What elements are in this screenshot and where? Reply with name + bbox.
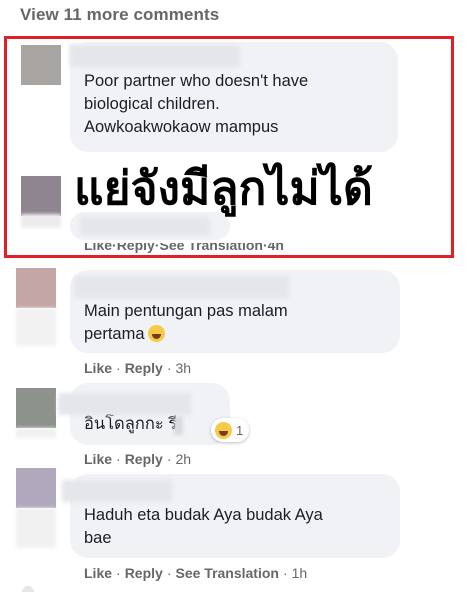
see-translation-button[interactable]: See Translation bbox=[159, 243, 262, 253]
avatar[interactable] bbox=[21, 45, 61, 85]
reaction-count[interactable]: 1 bbox=[211, 418, 250, 442]
like-button[interactable]: Like bbox=[84, 565, 112, 581]
timestamp[interactable]: 3h bbox=[175, 360, 191, 376]
comment-actions: Like · Reply · 3h bbox=[84, 360, 192, 376]
avatar[interactable] bbox=[16, 268, 56, 308]
commenter-name-redacted bbox=[70, 45, 240, 67]
redacted-area bbox=[174, 417, 183, 435]
redacted-area bbox=[16, 308, 56, 346]
comment-actions: Like · Reply · 2h bbox=[84, 451, 192, 467]
timestamp[interactable]: 2h bbox=[175, 451, 191, 467]
comment-actions: Like·Reply·See Translation·4h bbox=[84, 243, 314, 253]
laughing-face-icon bbox=[215, 421, 232, 439]
commenter-name-redacted bbox=[80, 217, 210, 235]
like-button[interactable]: Like bbox=[84, 360, 112, 376]
reply-button[interactable]: Reply bbox=[125, 360, 163, 376]
see-translation-button[interactable]: See Translation bbox=[175, 565, 278, 581]
like-button[interactable]: Like bbox=[84, 451, 112, 467]
redacted-area bbox=[16, 508, 56, 548]
avatar[interactable] bbox=[21, 176, 61, 216]
reaction-count-value: 1 bbox=[236, 422, 244, 438]
commenter-name-redacted bbox=[62, 480, 172, 502]
like-button[interactable]: Like bbox=[84, 243, 112, 253]
comments-panel: View 11 more comments Poor partner who d… bbox=[0, 0, 472, 592]
redacted-area bbox=[16, 428, 56, 438]
reply-button[interactable]: Reply bbox=[125, 451, 163, 467]
comment-text: Haduh eta budak Aya budak Aya bae bbox=[84, 506, 323, 547]
comment-actions: Like · Reply · See Translation · 1h bbox=[84, 565, 308, 581]
commenter-name-redacted bbox=[74, 276, 289, 298]
comment-text: Poor partner who doesn't have biological… bbox=[84, 72, 309, 136]
laughing-face-icon bbox=[147, 325, 165, 342]
comment-text: อินโดลูกกะ รี bbox=[84, 415, 178, 433]
reply-button[interactable]: Reply bbox=[125, 565, 163, 581]
avatar bbox=[22, 586, 34, 592]
commenter-name-redacted bbox=[58, 393, 191, 415]
timestamp[interactable]: 1h bbox=[292, 565, 308, 581]
view-more-comments-link[interactable]: View 11 more comments bbox=[20, 5, 219, 25]
timestamp[interactable]: 4h bbox=[268, 243, 284, 253]
comment-text: Main pentungan pas malam pertama bbox=[84, 302, 288, 343]
redacted-area bbox=[21, 214, 61, 228]
avatar[interactable] bbox=[16, 468, 56, 508]
avatar[interactable] bbox=[16, 388, 56, 428]
reply-button[interactable]: Reply bbox=[117, 243, 155, 253]
overlay-caption: แย่จังมีลูกไม่ได้ bbox=[74, 161, 373, 215]
